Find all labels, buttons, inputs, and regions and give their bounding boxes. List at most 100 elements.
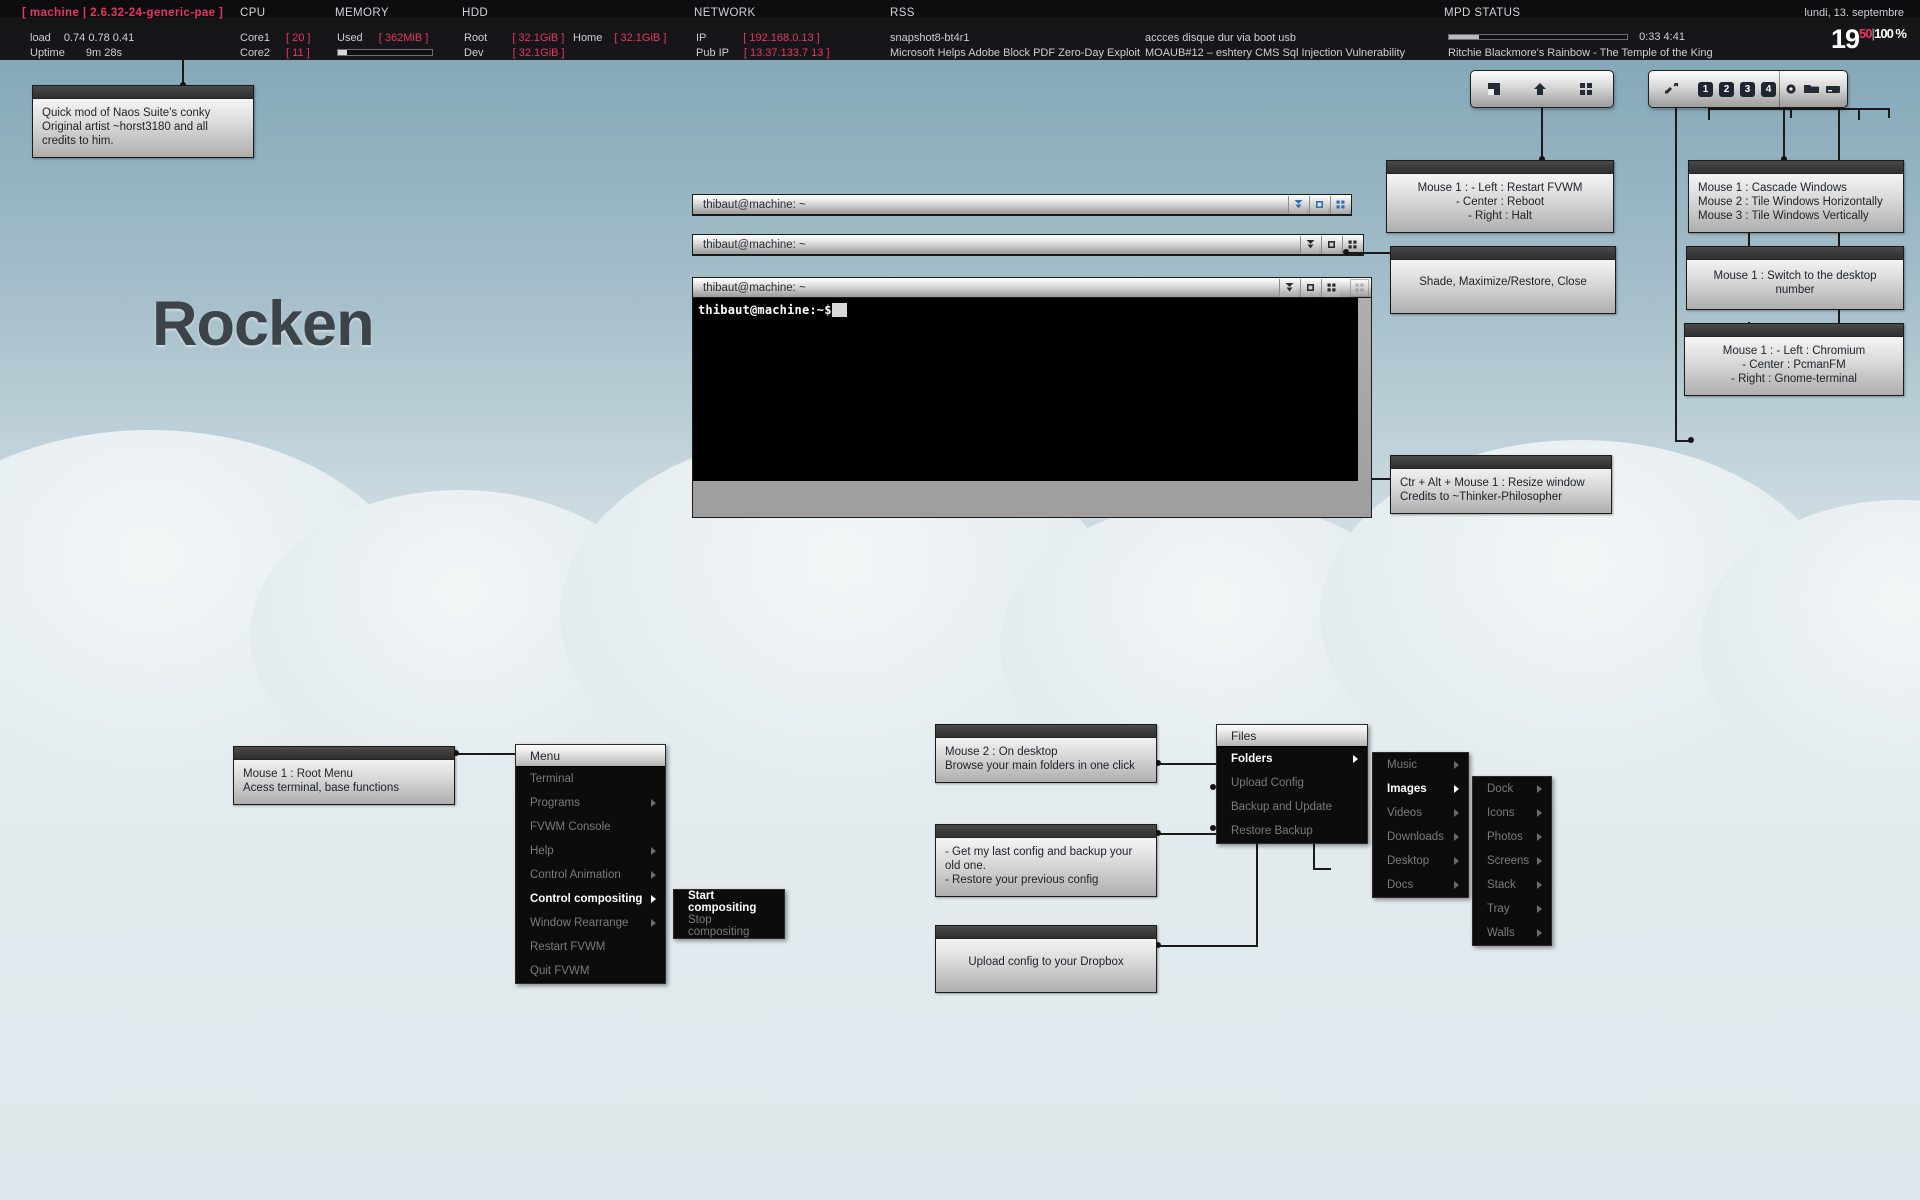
- window-buttons[interactable]: [1279, 278, 1369, 297]
- conky-home-label: Home: [573, 32, 603, 44]
- menu-item-quit-fvwm[interactable]: Quit FVWM: [516, 959, 665, 983]
- desktop-button-2[interactable]: 2: [1716, 70, 1737, 108]
- menu-item-videos[interactable]: Videos: [1373, 801, 1468, 825]
- menu-item-folders[interactable]: Folders: [1217, 747, 1367, 771]
- tooltip-body: Mouse 1 : - Left : Restart FVWM - Center…: [1387, 174, 1613, 232]
- connector-line: [1783, 108, 1785, 160]
- tooltip-titlebar: [1685, 324, 1903, 337]
- menu-item-music[interactable]: Music: [1373, 753, 1468, 777]
- conky-clock: 1950|100 %: [1831, 24, 1907, 55]
- chromium-icon[interactable]: [1780, 70, 1801, 108]
- fvwm-images-submenu[interactable]: Dock Icons Photos Screens Stack Tray Wal…: [1472, 776, 1552, 946]
- conky-uptime-value: 9m 28s: [85, 47, 122, 59]
- menu-item-images[interactable]: Images: [1373, 777, 1468, 801]
- conky-load-label: load: [30, 32, 51, 44]
- tooltip-line: - Center : Reboot: [1455, 196, 1545, 208]
- menu-item-fvwm-console[interactable]: FVWM Console: [516, 815, 665, 839]
- window-titlebar[interactable]: thibaut@machine: ~: [693, 235, 1363, 255]
- menu-item-tray[interactable]: Tray: [1473, 897, 1551, 921]
- menu-item-desktop[interactable]: Desktop: [1373, 849, 1468, 873]
- menu-item-backup-and-update[interactable]: Backup and Update: [1217, 795, 1367, 819]
- chevron-right-icon: [1454, 881, 1459, 889]
- tooltip-titlebar: [1387, 161, 1613, 174]
- tooltip-line: Mouse 1 : - Left : Chromium: [1722, 345, 1866, 357]
- maximize-icon[interactable]: [1309, 195, 1328, 214]
- menu-item-programs[interactable]: Programs: [516, 791, 665, 815]
- close-icon[interactable]: [1330, 195, 1349, 214]
- shade-icon[interactable]: [1288, 195, 1307, 214]
- fvwm-folders-submenu[interactable]: Music Images Videos Downloads Desktop Do…: [1372, 752, 1469, 898]
- fvwm-compositing-submenu[interactable]: Start compositing Stop compositing: [673, 889, 785, 939]
- menu-item-label: Downloads: [1387, 831, 1444, 843]
- shade-icon[interactable]: [1300, 235, 1319, 254]
- conky-home-value: [ 32.1GiB ]: [614, 32, 667, 44]
- chevron-right-icon: [1454, 761, 1459, 769]
- menu-item-stack[interactable]: Stack: [1473, 873, 1551, 897]
- menu-item-start-compositing[interactable]: Start compositing: [674, 890, 784, 914]
- menu-item-label: Help: [530, 845, 554, 857]
- tooltip-switch-desktop: Mouse 1 : Switch to the desktop number: [1686, 246, 1904, 310]
- window-titlebar[interactable]: thibaut@machine: ~: [693, 195, 1351, 215]
- menu-item-dock[interactable]: Dock: [1473, 777, 1551, 801]
- menu-item-stop-compositing[interactable]: Stop compositing: [674, 914, 784, 938]
- menu-item-downloads[interactable]: Downloads: [1373, 825, 1468, 849]
- maximize-icon[interactable]: [1300, 278, 1319, 297]
- menu-item-walls[interactable]: Walls: [1473, 921, 1551, 945]
- menu-item-screens[interactable]: Screens: [1473, 849, 1551, 873]
- chevron-right-icon: [1537, 929, 1542, 937]
- grid-icon[interactable]: [1563, 70, 1609, 108]
- file-manager-icon[interactable]: [1801, 70, 1822, 108]
- rearrange-windows-icon[interactable]: [1649, 70, 1695, 108]
- desktop-number: 4: [1761, 81, 1776, 97]
- terminal-window-active[interactable]: thibaut@machine: ~ thibaut@machine:~$: [692, 277, 1372, 518]
- menu-item-terminal[interactable]: Terminal: [516, 767, 665, 791]
- desktop-pager-toolbar[interactable]: 1 2 3 4: [1648, 70, 1848, 108]
- maximize-icon[interactable]: [1321, 235, 1340, 254]
- window-ops-toolbar[interactable]: [1470, 70, 1614, 108]
- tooltip-line: Original artist ~horst3180 and all: [42, 121, 208, 133]
- resize-handle-icon[interactable]: [1350, 278, 1369, 297]
- window-titlebar[interactable]: thibaut@machine: ~: [693, 278, 1371, 298]
- menu-item-icons[interactable]: Icons: [1473, 801, 1551, 825]
- conky-section-network: NETWORK: [694, 7, 756, 19]
- menu-item-label: Control Animation: [530, 869, 621, 881]
- menu-item-restore-backup[interactable]: Restore Backup: [1217, 819, 1367, 843]
- tooltip-titlebar: [234, 747, 454, 760]
- tooltip-line: Quick mod of Naos Suite's conky: [42, 107, 211, 119]
- desktop-button-1[interactable]: 1: [1695, 70, 1716, 108]
- tooltip-titlebar: [936, 825, 1156, 838]
- up-arrow-icon[interactable]: [1517, 70, 1563, 108]
- connector-line: [1888, 108, 1890, 118]
- terminal-window-shaded-back[interactable]: thibaut@machine: ~: [692, 194, 1352, 216]
- menu-item-docs[interactable]: Docs: [1373, 873, 1468, 897]
- menu-item-upload-config[interactable]: Upload Config: [1217, 771, 1367, 795]
- terminal-icon[interactable]: [1822, 70, 1843, 108]
- fvwm-files-menu[interactable]: Files Folders Upload Config Backup and U…: [1216, 724, 1368, 844]
- minimize-all-icon[interactable]: [1471, 70, 1517, 108]
- conky-mem-label: Used: [337, 32, 363, 44]
- conky-section-rss: RSS: [890, 7, 915, 19]
- desktop-button-3[interactable]: 3: [1737, 70, 1758, 108]
- menu-item-control-compositing[interactable]: Control compositing: [516, 887, 665, 911]
- tooltip-line: number: [1775, 284, 1815, 296]
- window-buttons[interactable]: [1300, 235, 1361, 254]
- close-icon[interactable]: [1321, 278, 1340, 297]
- conky-root-label: Root: [464, 32, 488, 44]
- tooltip-line: credits to him.: [42, 135, 114, 147]
- menu-item-help[interactable]: Help: [516, 839, 665, 863]
- menu-item-restart-fvwm[interactable]: Restart FVWM: [516, 935, 665, 959]
- mpd-track: Ritchie Blackmore's Rainbow - The Temple…: [1448, 47, 1713, 59]
- fvwm-root-menu[interactable]: Menu Terminal Programs FVWM Console Help…: [515, 744, 666, 984]
- window-buttons[interactable]: [1288, 195, 1349, 214]
- desktop-button-4[interactable]: 4: [1758, 70, 1779, 108]
- menu-item-control-animation[interactable]: Control Animation: [516, 863, 665, 887]
- terminal-window-shaded-mid[interactable]: thibaut@machine: ~: [692, 234, 1364, 256]
- terminal-body[interactable]: thibaut@machine:~$: [693, 298, 1358, 481]
- tooltip-body: Mouse 1 : Root Menu Acess terminal, base…: [234, 760, 454, 804]
- menu-item-window-rearrange[interactable]: Window Rearrange: [516, 911, 665, 935]
- mpd-progress-bar: [1448, 34, 1628, 41]
- menu-item-photos[interactable]: Photos: [1473, 825, 1551, 849]
- chevron-right-icon: [1454, 857, 1459, 865]
- tooltip-body: Shade, Maximize/Restore, Close: [1391, 260, 1615, 298]
- shade-icon[interactable]: [1279, 278, 1298, 297]
